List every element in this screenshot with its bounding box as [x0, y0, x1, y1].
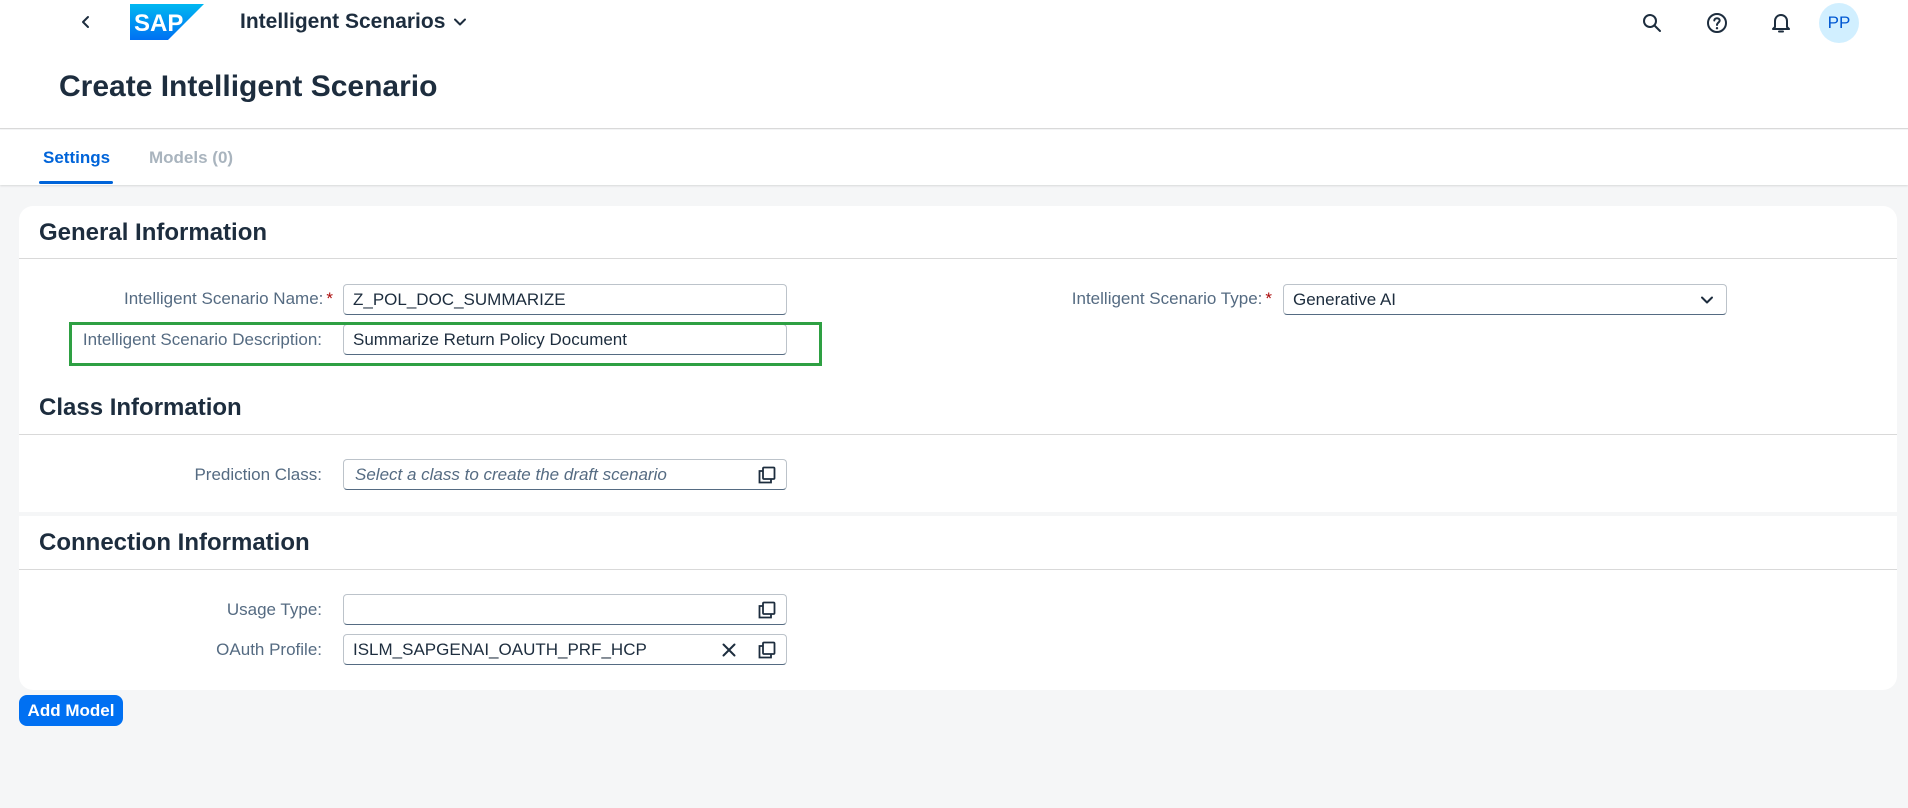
prediction-class-label: Prediction Class:	[194, 465, 322, 484]
clear-button[interactable]	[710, 635, 748, 664]
scenario-name-label: Intelligent Scenario Name: *	[123, 289, 333, 308]
oauth-profile-input[interactable]: ISLM_SAPGENAI_OAUTH_PRF_HCP	[343, 634, 787, 665]
section-divider	[19, 434, 1897, 435]
user-avatar[interactable]: PP	[1819, 3, 1859, 43]
tab-settings[interactable]: Settings	[43, 148, 110, 168]
back-button[interactable]	[70, 8, 102, 36]
shell-bar: SAP Intelligent Scenarios PP	[0, 0, 1908, 44]
value-help-button[interactable]	[748, 595, 786, 624]
svg-text:SAP: SAP	[134, 10, 183, 37]
sap-logo: SAP	[130, 4, 204, 40]
help-button[interactable]	[1700, 6, 1734, 40]
add-model-button[interactable]: Add Model	[19, 695, 123, 726]
required-indicator: *	[1265, 289, 1272, 308]
scenario-type-label: Intelligent Scenario Type: *	[1071, 289, 1272, 308]
value-help-icon	[758, 641, 776, 658]
section-divider	[19, 569, 1897, 570]
dropdown-button[interactable]	[1688, 285, 1726, 314]
bell-icon	[1772, 14, 1790, 33]
section-title: Connection Information	[39, 529, 310, 556]
class-information-section: Class Information	[19, 381, 1897, 512]
value-help-button[interactable]	[748, 460, 786, 489]
prediction-class-input[interactable]: Select a class to create the draft scena…	[343, 459, 787, 490]
chevron-left-icon	[82, 16, 89, 28]
page-title: Create Intelligent Scenario	[59, 70, 438, 103]
value-help-icon	[758, 466, 776, 483]
close-icon	[722, 643, 736, 656]
oauth-profile-label: OAuth Profile:	[216, 640, 322, 659]
value-help-button[interactable]	[748, 635, 786, 664]
app-title: Intelligent Scenarios	[240, 10, 446, 33]
tab-selected-indicator	[39, 181, 113, 184]
page-header: Create Intelligent Scenario	[0, 44, 1908, 129]
app-title-menu[interactable]: Intelligent Scenarios	[240, 10, 467, 34]
usage-type-input[interactable]	[343, 594, 787, 625]
tab-bar: Settings Models (0)	[0, 130, 1908, 185]
usage-type-label: Usage Type:	[226, 600, 322, 619]
search-button[interactable]	[1635, 6, 1669, 40]
highlight-box	[69, 322, 822, 366]
scenario-name-input[interactable]: Z_POL_DOC_SUMMARIZE	[343, 284, 787, 315]
value-help-icon	[758, 601, 776, 618]
help-icon	[1707, 13, 1727, 33]
scenario-type-select[interactable]: Generative AI	[1283, 284, 1727, 315]
section-divider	[19, 258, 1897, 259]
search-icon	[1643, 14, 1661, 32]
chevron-down-icon	[454, 18, 467, 26]
tab-models[interactable]: Models (0)	[149, 148, 233, 168]
notifications-button[interactable]	[1764, 6, 1798, 40]
section-title: General Information	[39, 219, 268, 246]
chevron-down-icon	[1701, 296, 1713, 303]
required-indicator: *	[326, 289, 333, 308]
section-title: Class Information	[39, 394, 242, 421]
